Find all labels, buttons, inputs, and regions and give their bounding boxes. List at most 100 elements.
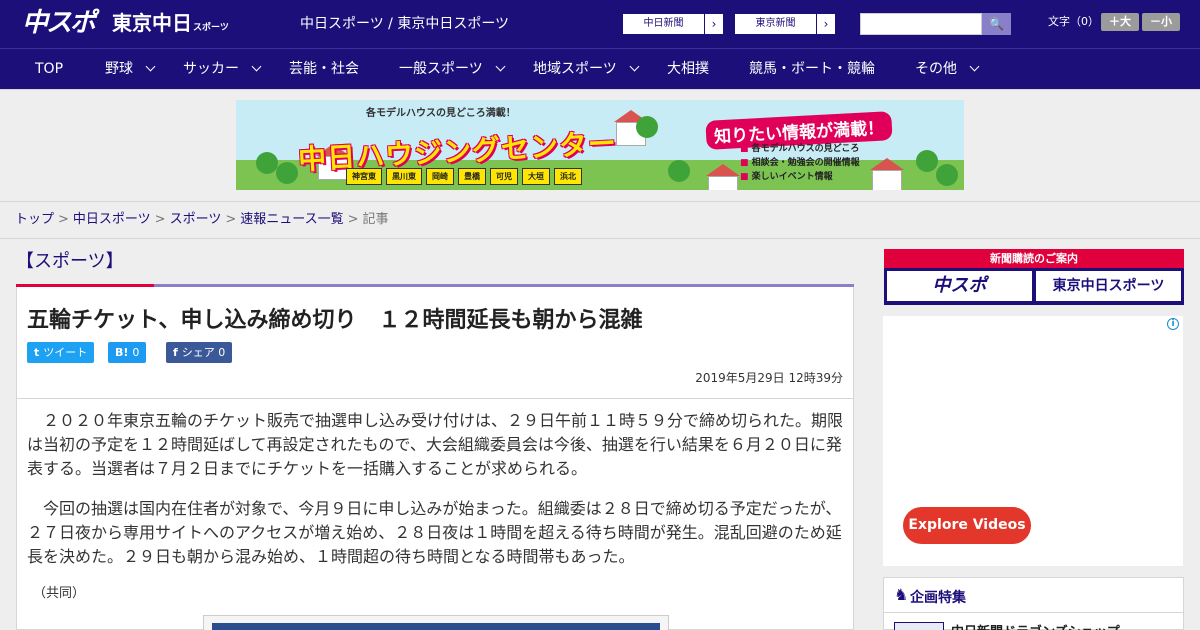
explore-videos-button[interactable]: Explore Videos [903, 507, 1031, 544]
banner-note: 楽しいイベント情報 [740, 172, 833, 182]
nav-item-other[interactable]: その他 [915, 49, 980, 90]
chevron-right-icon: › [823, 17, 829, 31]
font-size-label: 文字（0） [1048, 15, 1099, 28]
font-bigger-button[interactable]: ＋大 [1101, 13, 1139, 31]
article-body: 五輪チケット、申し込み締め切り １２時間延長も朝から混雑 t ツイート B! 0 f… [16, 287, 854, 630]
article-photo[interactable] [203, 615, 669, 630]
banner-area: 各モデルハウスの見どころ満載！ 中日ハウジングセンター 知りたい情報が満載！ 各… [0, 89, 1200, 201]
breadcrumb-separator: > [154, 212, 166, 227]
feature-header: ♞ 企画特集 [884, 578, 1183, 613]
banner-city: 大垣 [522, 168, 550, 185]
nav-item-general-sports[interactable]: 一般スポーツ [399, 49, 506, 90]
banner-city: 浜北 [554, 168, 582, 185]
nav-item-top[interactable]: TOP [35, 49, 63, 90]
twitter-icon: t [34, 346, 40, 359]
tree-icon [936, 164, 958, 186]
subscribe-chuspo-link[interactable]: 中スポ [887, 271, 1032, 301]
tree-icon [668, 160, 690, 182]
breadcrumb-link-news-list[interactable]: 速報ニュース一覧 [240, 212, 343, 227]
house-icon [872, 170, 902, 190]
breadcrumb-separator: > [347, 212, 359, 227]
house-roof-icon [870, 158, 904, 170]
font-smaller-button[interactable]: －小 [1142, 13, 1180, 31]
nav-item-baseball[interactable]: 野球 [105, 49, 156, 90]
tree-icon [916, 150, 938, 172]
chevron-down-icon [145, 61, 156, 72]
tokyo-shimbun-label: 東京新聞 [735, 14, 817, 34]
banner-catchphrase: 各モデルハウスの見どころ満載！ [366, 108, 516, 119]
feature-title: 企画特集 [910, 590, 966, 606]
house-icon [708, 176, 738, 190]
subscription-heading: 新聞購読のご案内 [884, 249, 1184, 268]
tokyo-chunichi-logo-sub: スポーツ [193, 23, 229, 33]
nav-label: 競馬・ボート・競輪 [749, 61, 875, 77]
chevron-down-icon [969, 61, 980, 72]
breadcrumb-separator: > [225, 212, 237, 227]
nav-label: 野球 [105, 61, 133, 77]
banner-note: 各モデルハウスの見どころ [740, 144, 859, 154]
banner-city: 黒川東 [386, 168, 422, 185]
banner-city: 可児 [490, 168, 518, 185]
article-paragraph: 今回の抽選は国内在住者が対象で、今月９日に申し込みが始まった。組織委は２８日で締… [27, 499, 842, 566]
knight-icon: ♞ [894, 585, 909, 604]
chevron-down-icon [629, 61, 640, 72]
banner-city: 岡崎 [426, 168, 454, 185]
subscribe-tokyo-chunichi-link[interactable]: 東京中日スポーツ [1036, 271, 1181, 301]
hatena-count: 0 [132, 346, 140, 359]
housing-center-ad-banner[interactable]: 各モデルハウスの見どころ満載！ 中日ハウジングセンター 知りたい情報が満載！ 各… [236, 100, 964, 190]
feature-thumbnail[interactable] [894, 622, 944, 630]
sidebar-ad: i Explore Videos [883, 316, 1183, 566]
facebook-share-label: シェア [181, 346, 215, 359]
facebook-share-button[interactable]: f シェア 0 [166, 342, 233, 363]
nav-item-entertainment[interactable]: 芸能・社会 [289, 49, 359, 90]
tokyo-chunichi-logo[interactable]: 東京中日スポーツ [112, 10, 229, 41]
tokyo-chunichi-logo-text: 東京中日 [112, 11, 192, 35]
breadcrumb: トップ > 中日スポーツ > スポーツ > 速報ニュース一覧 > 記事 [0, 201, 1200, 239]
article-divider [17, 398, 853, 399]
article-paragraph: ２０２０年東京五輪のチケット販売で抽選申し込み受け付けは、２９日午前１１時５９分… [27, 411, 844, 478]
tweet-label: ツイート [43, 346, 88, 359]
nav-label: 一般スポーツ [399, 61, 483, 77]
nav-label: その他 [915, 61, 957, 77]
house-roof-icon [706, 164, 740, 176]
search-input[interactable] [860, 13, 982, 35]
nav-label: TOP [35, 61, 64, 77]
chevron-right-icon: › [711, 17, 717, 31]
hatena-bookmark-button[interactable]: B! 0 [108, 342, 147, 363]
ad-info-icon[interactable]: i [1167, 318, 1179, 330]
nav-item-soccer[interactable]: サッカー [183, 49, 262, 90]
facebook-share-count: 0 [218, 346, 226, 359]
nav-item-local-sports[interactable]: 地域スポーツ [533, 49, 640, 90]
chuspo-logo[interactable]: 中スポ [22, 7, 96, 39]
search-button[interactable]: 🔍 [982, 13, 1011, 35]
site-header: 中スポ 東京中日スポーツ 中日スポーツ / 東京中日スポーツ 中日新聞 › 東京… [0, 0, 1200, 48]
site-names: 中日スポーツ / 東京中日スポーツ [300, 16, 510, 32]
nav-label: サッカー [183, 61, 239, 77]
breadcrumb-link-chunichi-sports[interactable]: 中日スポーツ [73, 212, 151, 227]
nav-item-sumo[interactable]: 大相撲 [667, 49, 709, 90]
breadcrumb-link-top[interactable]: トップ [15, 212, 54, 227]
feature-item-link[interactable]: 中日新聞ドラゴンズショップ [951, 621, 1120, 630]
tree-icon [636, 116, 658, 138]
article-credit: （共同） [33, 586, 86, 601]
breadcrumb-separator: > [58, 212, 69, 227]
category-label: 【スポーツ】 [16, 251, 124, 272]
nav-label: 芸能・社会 [289, 61, 359, 77]
nav-item-keiba[interactable]: 競馬・ボート・競輪 [749, 49, 875, 90]
tree-icon [276, 162, 298, 184]
breadcrumb-current: 記事 [362, 212, 389, 227]
banner-city: 豊橋 [458, 168, 486, 185]
tweet-button[interactable]: t ツイート [27, 342, 95, 363]
banner-city-list: 神宮東 黒川東 岡崎 豊橋 可児 大垣 浜北 [346, 168, 582, 185]
banner-city: 神宮東 [346, 168, 382, 185]
tokyo-shimbun-link[interactable]: 東京新聞 › [734, 13, 836, 35]
breadcrumb-link-sports[interactable]: スポーツ [170, 212, 222, 227]
hatena-bookmark-icon: B! [115, 346, 129, 359]
nav-label: 大相撲 [667, 61, 709, 77]
chevron-down-icon [251, 61, 262, 72]
article-photo-image [212, 623, 660, 630]
chevron-down-icon [495, 61, 506, 72]
main-nav: TOP 野球 サッカー 芸能・社会 一般スポーツ 地域スポーツ 大相撲 競馬・ボ… [0, 48, 1200, 89]
facebook-icon: f [173, 346, 178, 359]
chunichi-shimbun-link[interactable]: 中日新聞 › [622, 13, 724, 35]
